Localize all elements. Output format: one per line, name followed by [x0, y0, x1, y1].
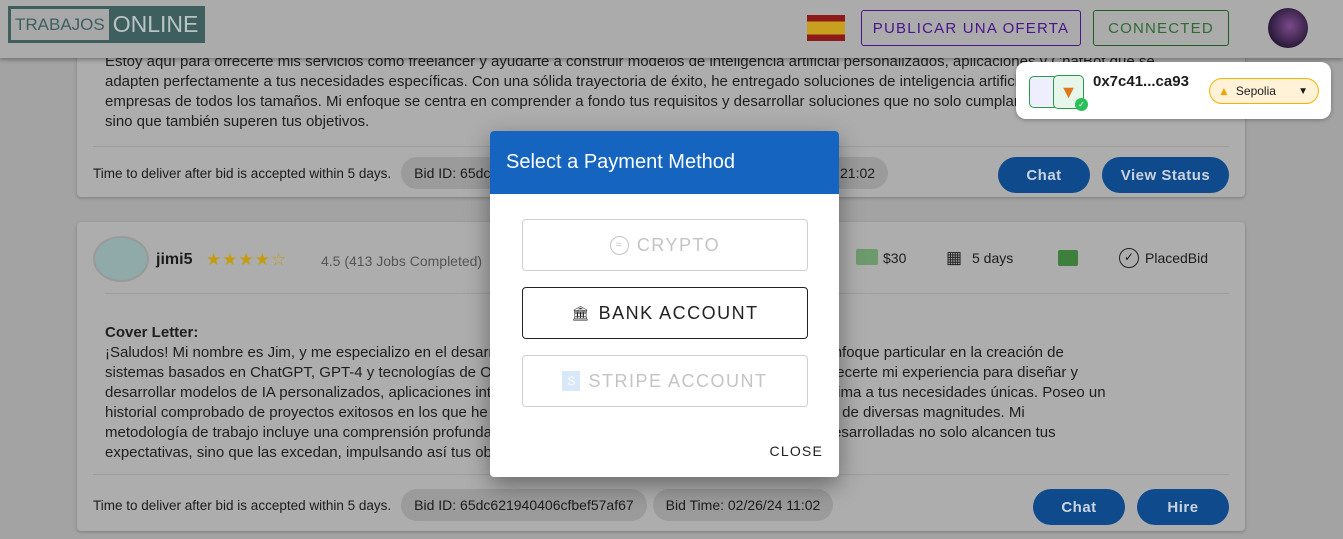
- stripe-icon: S: [562, 371, 581, 391]
- logo[interactable]: TRABAJOS ONLINE: [8, 6, 206, 43]
- bid-id-chip: Bid ID: 65dc: [401, 157, 504, 189]
- bid-description: Estoy aquí para ofrecerte mis servicios …: [105, 53, 1155, 130]
- calendar-icon: ▦: [946, 248, 963, 267]
- bid-time-chip: Bid Time: 02/26/24 11:02: [652, 489, 834, 521]
- connected-button[interactable]: CONNECTED: [1093, 10, 1229, 46]
- check-badge-icon: ✓: [1075, 98, 1088, 111]
- payment-icon: [1058, 250, 1078, 266]
- wallet-address[interactable]: 0x7c41...ca93: [1093, 73, 1189, 90]
- crypto-option[interactable]: ≈ CRYPTO: [522, 219, 808, 271]
- bid-id-chip: Bid ID: 65dc621940406cfbef57af67: [401, 489, 647, 521]
- warning-icon: ▲: [1218, 84, 1230, 98]
- top-nav: TRABAJOS ONLINE PUBLICAR UNA OFERTA CONN…: [0, 0, 1343, 58]
- hire-button[interactable]: Hire: [1137, 489, 1229, 525]
- money-icon: [856, 249, 878, 265]
- username[interactable]: jimi5: [156, 251, 192, 269]
- crypto-icon: ≈: [609, 235, 629, 255]
- bank-account-option[interactable]: 🏛 BANK ACCOUNT: [522, 287, 808, 339]
- chat-button[interactable]: Chat: [998, 157, 1090, 193]
- check-circle-icon: ✓: [1119, 248, 1139, 268]
- stripe-account-option[interactable]: S STRIPE ACCOUNT: [522, 355, 808, 407]
- dropdown-arrow-icon: ▼: [1298, 85, 1308, 97]
- spain-flag-icon[interactable]: [807, 15, 845, 41]
- rating-text: 4.5 (413 Jobs Completed): [321, 253, 483, 269]
- wallet-popup: ▼ ✓ 0x7c41...ca93 ▲ Sepolia ▼: [1016, 62, 1331, 119]
- network-selector[interactable]: ▲ Sepolia ▼: [1209, 78, 1319, 104]
- bank-icon: 🏛: [571, 304, 591, 321]
- publish-offer-button[interactable]: PUBLICAR UNA OFERTA: [861, 10, 1081, 46]
- view-status-button[interactable]: View Status: [1102, 157, 1229, 193]
- delivery-text: Time to deliver after bid is accepted wi…: [93, 165, 392, 181]
- delivery-text: Time to deliver after bid is accepted wi…: [93, 497, 392, 513]
- price: $30: [883, 250, 907, 266]
- avatar[interactable]: [1268, 8, 1308, 48]
- bid-status: PlacedBid: [1145, 250, 1209, 266]
- user-avatar: [93, 236, 149, 282]
- chat-button[interactable]: Chat: [1033, 489, 1125, 525]
- payment-method-dialog: Select a Payment Method ≈ CRYPTO 🏛 BANK …: [490, 131, 839, 477]
- duration: 5 days: [972, 250, 1014, 266]
- rating-stars: ★★★★☆: [206, 250, 288, 269]
- dialog-title: Select a Payment Method: [490, 131, 839, 194]
- close-button[interactable]: CLOSE: [770, 443, 823, 459]
